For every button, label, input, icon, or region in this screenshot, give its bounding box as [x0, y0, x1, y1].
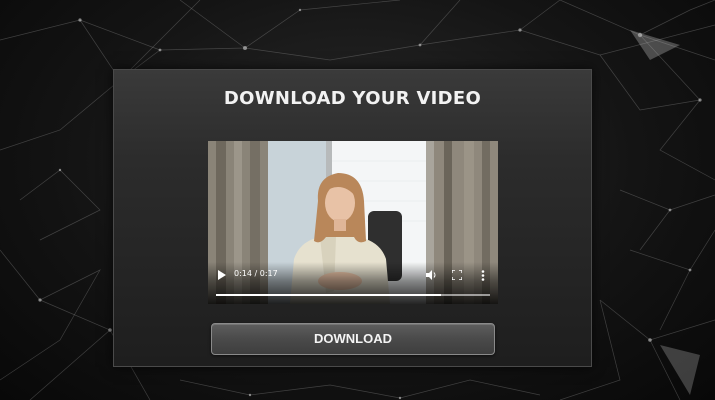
play-icon: [217, 270, 226, 280]
more-vertical-icon: [481, 269, 485, 281]
video-time: 0:14 / 0:17: [234, 269, 278, 278]
page-title: DOWNLOAD YOUR VIDEO: [223, 88, 482, 109]
download-card: DOWNLOAD YOUR VIDEO 0:14 / 0:17 DOWNLOAD: [113, 69, 592, 367]
page-background: DOWNLOAD YOUR VIDEO 0:14 / 0:17 DOWNLOAD: [0, 0, 715, 400]
video-progress-fill: [216, 294, 441, 296]
video-player[interactable]: 0:14 / 0:17: [208, 141, 498, 304]
play-button[interactable]: [214, 268, 228, 282]
download-button[interactable]: DOWNLOAD: [211, 323, 495, 355]
video-controls: 0:14 / 0:17: [208, 262, 498, 304]
volume-button[interactable]: [424, 268, 438, 282]
more-options-button[interactable]: [476, 268, 490, 282]
video-progress-bar[interactable]: [216, 294, 490, 296]
fullscreen-button[interactable]: [450, 268, 464, 282]
fullscreen-icon: [452, 270, 462, 280]
volume-icon: [425, 270, 435, 280]
